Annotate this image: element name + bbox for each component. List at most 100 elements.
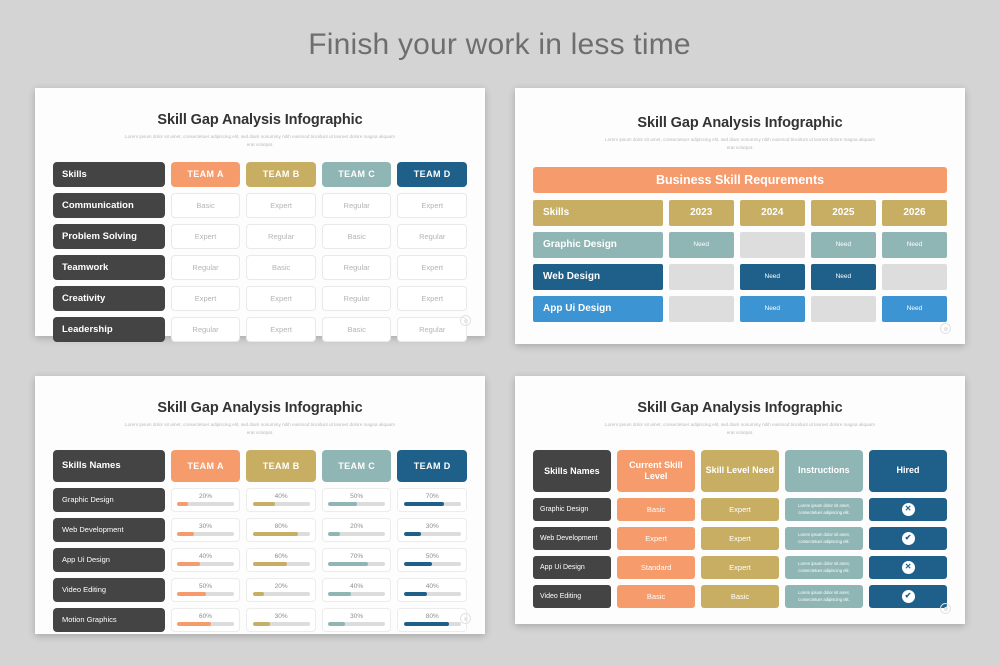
progress-track <box>403 622 461 627</box>
cell-level-r0c2: Regular <box>321 192 392 218</box>
watermark-logo-icon <box>460 613 471 624</box>
progress-track <box>177 592 235 597</box>
table-header-row: Skills Names TEAM A TEAM B TEAM C TEAM D <box>53 449 467 482</box>
progress-percent-label: 70% <box>350 553 364 561</box>
row-label-skill: App Ui Design <box>53 547 165 572</box>
check-icon: ✔ <box>901 589 915 603</box>
progress-fill <box>177 592 206 597</box>
card2-title: Skill Gap Analysis Infographic <box>637 115 843 131</box>
column-header-1: Current Skill Level <box>616 449 695 492</box>
watermark-logo-icon <box>460 315 471 326</box>
row-label-skill: Web Development <box>53 517 165 542</box>
progress-track <box>177 502 235 507</box>
cell-progress-r3c2: 40% <box>321 577 392 602</box>
progress-track <box>328 562 386 567</box>
cell-needed-level: Expert <box>701 497 779 521</box>
column-header-team-0: TEAM A <box>170 449 241 482</box>
table-row: Graphic Design Need Need Need <box>533 231 948 258</box>
progress-track <box>177 532 235 537</box>
cell-level-r4c2: Basic <box>321 316 392 342</box>
cell-level-r4c1: Expert <box>246 316 316 342</box>
table-row: Motion Graphics 60% 30% 30% 80% <box>53 607 468 632</box>
progress-fill <box>328 562 369 567</box>
progress-percent-label: 30% <box>425 523 439 531</box>
cell-instructions: Lorem ipsum dolor sit amet, consectetuer… <box>784 497 864 521</box>
column-header-2: Skill Level Need <box>700 449 779 492</box>
progress-percent-label: 30% <box>350 613 364 621</box>
progress-percent-label: 40% <box>350 583 364 591</box>
card4-table: Skills Names Current Skill Level Skill Lev… <box>515 449 965 608</box>
row-label-skill: Leadership <box>53 316 165 342</box>
row-label-skill: Graphic Design <box>53 487 165 512</box>
table-row: Video Editing 50% 20% 40% 40% <box>53 577 468 602</box>
card-skill-progress-table: Skill Gap Analysis Infographic Lorem ips… <box>35 376 485 634</box>
page-title: Finish your work in less time <box>308 28 691 61</box>
cell-progress-r0c1: 40% <box>246 487 316 512</box>
cell-progress-r3c0: 50% <box>170 577 241 602</box>
cell-current-level: Standard <box>617 555 696 579</box>
row-label-skill: App Ui Design <box>533 555 612 579</box>
column-header-team-1: TEAM B <box>246 161 316 187</box>
cell-instructions: Lorem ipsum dolor sit amet, consectetuer… <box>784 555 864 579</box>
progress-percent-label: 60% <box>274 553 288 561</box>
cell-needed-level: Expert <box>701 555 779 579</box>
progress-track <box>252 622 310 627</box>
cell-needed-level: Basic <box>701 584 779 608</box>
cell-progress-r2c1: 60% <box>246 547 316 572</box>
cell-level-r1c2: Basic <box>321 223 392 249</box>
cell-progress-r1c1: 80% <box>246 517 316 542</box>
card4-title: Skill Gap Analysis Infographic <box>637 400 843 416</box>
column-header-team-2: TEAM C <box>321 449 392 482</box>
column-header-team-3: TEAM D <box>397 449 467 482</box>
row-label-skill: Graphic Design <box>533 497 612 521</box>
progress-percent-label: 40% <box>199 553 213 561</box>
card1-subtitle: Lorem ipsum dolor sit amet, consectetuer… <box>125 134 395 148</box>
cell-hired: ✕ <box>869 497 948 521</box>
cell-progress-r4c2: 30% <box>321 607 392 632</box>
table-row: App Ui Design Standard Expert Lorem ipsum d… <box>533 555 948 579</box>
cell-progress-r1c3: 30% <box>397 517 468 542</box>
column-header-team-1: TEAM B <box>246 449 316 482</box>
card1-table: Skills TEAM A TEAM B TEAM C TEAM D Communicat… <box>35 161 485 342</box>
progress-fill <box>403 622 450 627</box>
cell-level-r2c3: Expert <box>397 254 468 280</box>
row-label-skill: Web Design <box>533 263 663 290</box>
card-business-skill-requirements: Skill Gap Analysis Infographic Lorem ips… <box>515 88 965 344</box>
cell-level-r3c2: Regular <box>321 285 392 311</box>
cell-current-level: Basic <box>617 497 696 521</box>
cell-progress-r4c3: 80% <box>397 607 468 632</box>
progress-percent-label: 70% <box>425 493 439 501</box>
cell-need-r0c2: Need <box>810 231 876 258</box>
cell-hired: ✔ <box>869 526 948 550</box>
cell-level-r3c0: Expert <box>170 285 241 311</box>
cell-progress-r2c2: 70% <box>321 547 392 572</box>
cell-need-r1c1: Need <box>739 263 805 290</box>
column-header-team-0: TEAM A <box>170 161 241 187</box>
progress-track <box>177 562 235 567</box>
card2-subtitle: Lorem ipsum dolor sit amet, consectetuer… <box>605 137 875 151</box>
progress-percent-label: 60% <box>199 613 213 621</box>
cell-level-r1c0: Expert <box>170 223 241 249</box>
cell-level-r1c3: Regular <box>397 223 468 249</box>
watermark-logo-icon <box>940 323 951 334</box>
row-label-skill: Creativity <box>53 285 165 311</box>
cell-level-r4c0: Regular <box>170 316 241 342</box>
column-header-4: Hired <box>868 449 947 492</box>
progress-fill <box>252 592 264 597</box>
progress-percent-label: 80% <box>274 523 288 531</box>
progress-fill <box>328 622 346 627</box>
progress-track <box>252 592 310 597</box>
table-row: Web Development Expert Expert Lorem ipsum d… <box>533 526 948 550</box>
cell-need-r0c0: Need <box>668 231 734 258</box>
row-label-skill: Problem Solving <box>53 223 165 249</box>
progress-percent-label: 20% <box>199 493 213 501</box>
progress-fill <box>403 532 421 537</box>
progress-track <box>403 562 461 567</box>
cell-level-r2c0: Regular <box>170 254 241 280</box>
progress-fill <box>403 502 444 507</box>
cell-need-r1c2: Need <box>810 263 876 290</box>
progress-track <box>403 592 461 597</box>
cell-progress-r3c1: 20% <box>246 577 316 602</box>
progress-fill <box>252 562 287 567</box>
progress-fill <box>328 502 357 507</box>
